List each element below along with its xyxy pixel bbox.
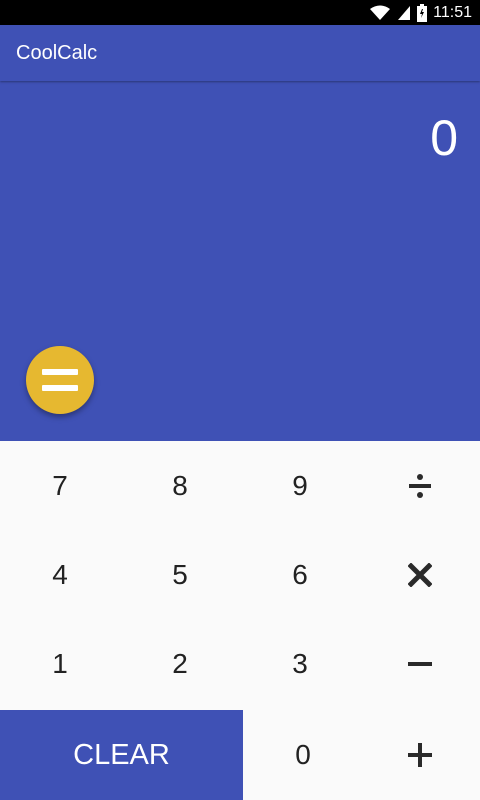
equals-icon [42,369,78,391]
multiply-icon [408,563,432,587]
divide-icon [409,474,431,498]
key-8[interactable]: 8 [120,441,240,531]
status-icons: 11:51 [369,0,472,25]
key-4[interactable]: 4 [0,530,120,620]
display-value: 0 [430,110,458,166]
multiply-button[interactable] [360,530,480,620]
minus-icon [408,662,432,666]
status-bar: 11:51 [0,0,480,25]
wifi-icon [370,5,391,20]
key-0[interactable]: 0 [243,710,363,800]
plus-icon [408,743,432,767]
key-9[interactable]: 9 [240,441,360,531]
clear-button[interactable]: CLEAR [0,710,243,800]
keypad: 7 8 9 4 5 6 1 2 3 CLEAR 0 [0,441,480,800]
key-5[interactable]: 5 [120,530,240,620]
equals-button[interactable] [26,346,94,414]
app-title: CoolCalc [16,42,98,64]
minus-button[interactable] [360,619,480,709]
divide-button[interactable] [360,441,480,531]
status-time: 11:51 [433,3,472,21]
key-1[interactable]: 1 [0,619,120,709]
result-display: 0 [0,81,480,441]
signal-icon [398,5,411,20]
battery-icon [417,3,428,22]
plus-button[interactable] [360,710,480,800]
key-6[interactable]: 6 [240,530,360,620]
key-7[interactable]: 7 [0,441,120,531]
key-3[interactable]: 3 [240,619,360,709]
app-bar: CoolCalc [0,25,480,81]
key-2[interactable]: 2 [120,619,240,709]
